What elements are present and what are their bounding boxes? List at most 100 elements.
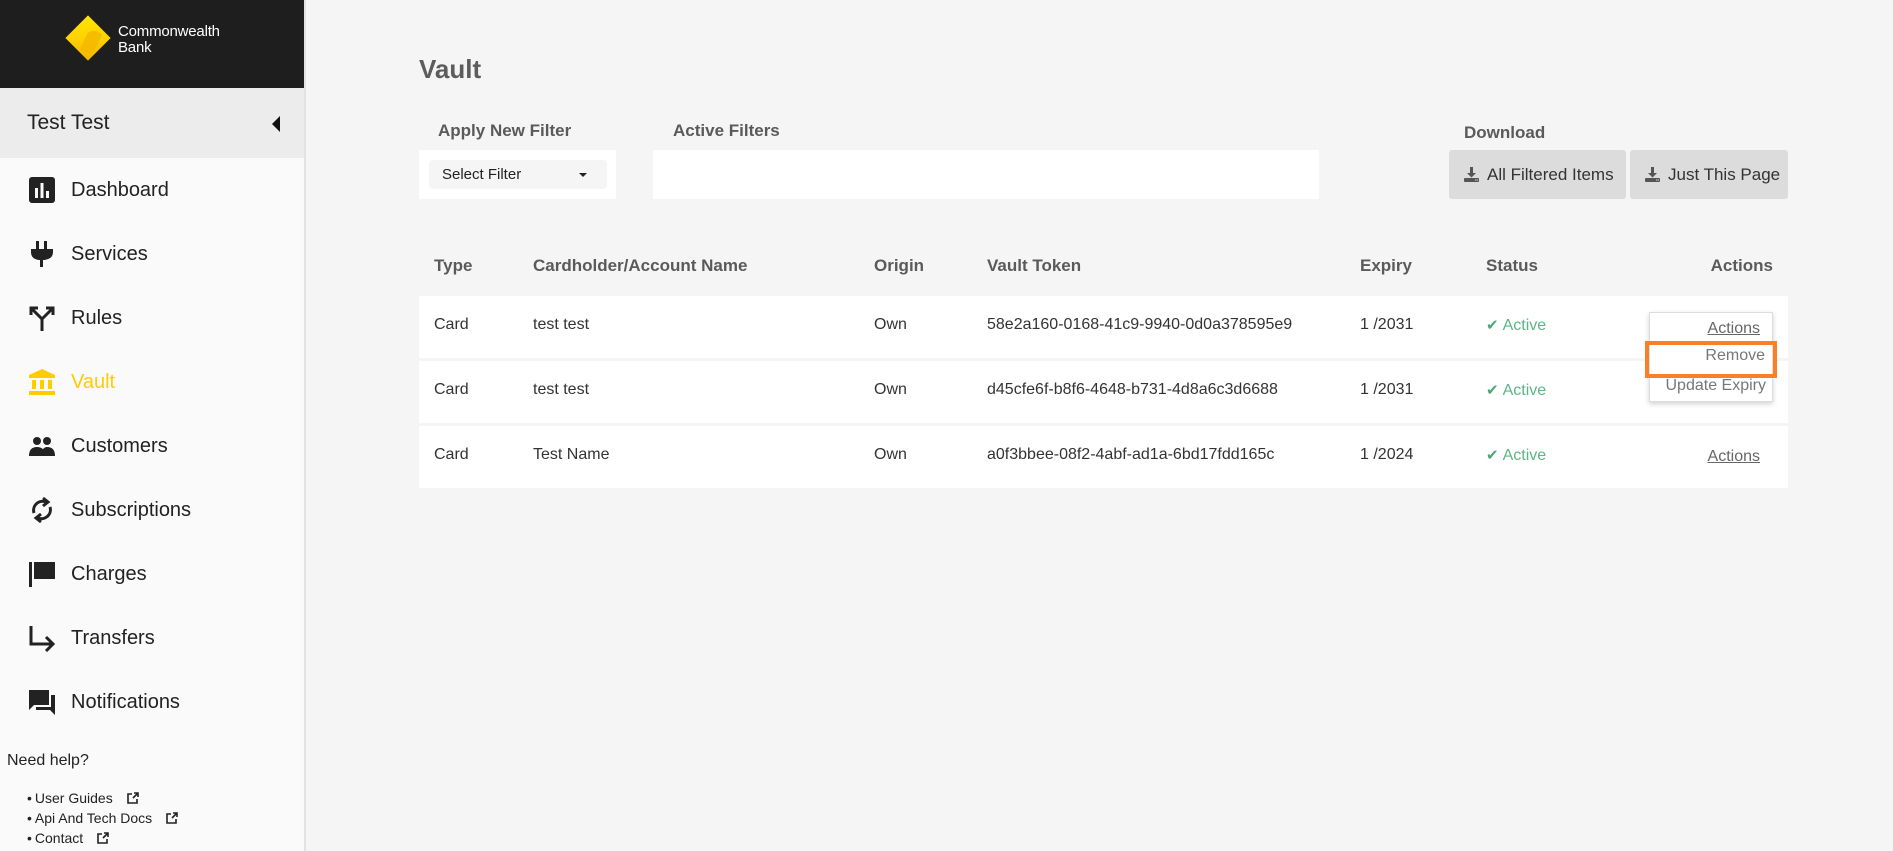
- page-title: Vault: [419, 54, 482, 84]
- sidebar-item-label: Subscriptions: [71, 498, 192, 521]
- column-header-status: Status: [1486, 256, 1538, 275]
- turn-right-arrow-icon: [27, 623, 57, 653]
- cell-origin: Own: [874, 381, 907, 398]
- check-icon: ✔: [1486, 447, 1499, 464]
- chat-icon: [27, 687, 57, 717]
- collapse-sidebar-icon[interactable]: [272, 116, 280, 132]
- user-row: Test Test: [0, 88, 304, 158]
- cell-expiry: 1 /2031: [1360, 316, 1414, 333]
- cell-token: 58e2a160-0168-41c9-9940-0d0a378595e9: [987, 316, 1293, 333]
- column-header-token: Vault Token: [987, 256, 1082, 275]
- download-this-page-button[interactable]: Just This Page: [1630, 150, 1788, 199]
- sidebar-item-notifications[interactable]: Notifications: [0, 670, 304, 734]
- row-actions-link[interactable]: Actions: [1708, 320, 1760, 338]
- column-header-type: Type: [434, 256, 473, 275]
- bullet: •: [27, 830, 32, 846]
- brand-header: Commonwealth Bank: [0, 0, 304, 88]
- download-icon: [1464, 167, 1479, 182]
- remove-menu-item[interactable]: Remove: [1705, 347, 1765, 365]
- status-badge: ✔ Active: [1486, 446, 1546, 465]
- status-text: Active: [1502, 382, 1547, 399]
- split-arrows-icon: [27, 303, 57, 333]
- sidebar: Commonwealth Bank Test Test Dashboard Se…: [0, 0, 306, 851]
- cell-name: test test: [533, 316, 590, 333]
- cell-type: Card: [434, 381, 469, 398]
- sidebar-item-label: Charges: [71, 562, 147, 585]
- table-row: Card test test Own d45cfe6f-b8f6-4648-b7…: [419, 361, 1788, 423]
- apply-filter-label: Apply New Filter: [438, 121, 572, 140]
- sidebar-item-subscriptions[interactable]: Subscriptions: [0, 478, 304, 542]
- help-links: • User Guides • Api And Tech Docs • Contact: [27, 788, 178, 848]
- sidebar-item-label: Dashboard: [71, 178, 169, 201]
- check-icon: ✔: [1486, 382, 1499, 399]
- download-page-label: Just This Page: [1668, 164, 1781, 184]
- vault-table: Type Cardholder/Account Name Origin Vaul…: [419, 240, 1788, 491]
- sidebar-item-charges[interactable]: Charges: [0, 542, 304, 606]
- sidebar-item-rules[interactable]: Rules: [0, 286, 304, 350]
- bullet: •: [27, 790, 32, 806]
- active-filters-box: [653, 150, 1319, 199]
- actions-dropdown-menu: Actions Remove Update Expiry: [1649, 312, 1773, 402]
- sidebar-item-transfers[interactable]: Transfers: [0, 606, 304, 670]
- cell-expiry: 1 /2031: [1360, 381, 1414, 398]
- column-header-expiry: Expiry: [1360, 256, 1412, 275]
- external-link-icon: [166, 812, 178, 824]
- cell-type: Card: [434, 446, 469, 463]
- sidebar-item-customers[interactable]: Customers: [0, 414, 304, 478]
- contact-link[interactable]: Contact: [35, 830, 83, 846]
- main-content: Vault Apply New Filter Select Filter Act…: [306, 0, 1893, 851]
- bank-icon: [27, 367, 57, 397]
- brand-line-2: Bank: [118, 39, 152, 56]
- sidebar-item-label: Rules: [71, 306, 123, 329]
- column-header-actions: Actions: [1710, 256, 1773, 275]
- api-docs-link[interactable]: Api And Tech Docs: [35, 810, 152, 826]
- external-link-icon: [126, 792, 139, 804]
- dashboard-icon: [27, 175, 57, 205]
- people-icon: [27, 431, 57, 461]
- status-text: Active: [1502, 317, 1547, 334]
- active-filters-label: Active Filters: [673, 121, 780, 140]
- sidebar-item-label: Notifications: [71, 690, 180, 713]
- column-header-name: Cardholder/Account Name: [533, 256, 748, 275]
- status-badge: ✔ Active: [1486, 381, 1546, 400]
- sidebar-item-vault[interactable]: Vault: [0, 350, 304, 414]
- download-all-filtered-button[interactable]: All Filtered Items: [1449, 150, 1626, 199]
- sidebar-item-dashboard[interactable]: Dashboard: [0, 158, 304, 222]
- cell-origin: Own: [874, 316, 907, 333]
- cell-origin: Own: [874, 446, 907, 463]
- user-guides-link[interactable]: User Guides: [35, 790, 113, 806]
- plug-icon: [27, 239, 57, 269]
- cell-expiry: 1 /2024: [1360, 446, 1414, 463]
- table-header: Type Cardholder/Account Name Origin Vaul…: [419, 240, 1788, 296]
- help-section: Need help? • User Guides • Api And Tech Do…: [7, 752, 178, 848]
- cell-type: Card: [434, 316, 469, 333]
- sidebar-item-label: Services: [71, 242, 148, 265]
- select-filter-value: Select Filter: [442, 166, 522, 183]
- select-filter-dropdown[interactable]: Select Filter: [429, 160, 607, 189]
- row-actions-link[interactable]: Actions: [1708, 448, 1760, 466]
- cell-name: test test: [533, 381, 590, 398]
- column-header-origin: Origin: [874, 256, 925, 275]
- help-link-item: • User Guides: [27, 788, 178, 808]
- download-all-label: All Filtered Items: [1487, 164, 1614, 184]
- table-row: Card Test Name Own a0f3bbee-08f2-4abf-ad…: [419, 426, 1788, 488]
- check-icon: ✔: [1486, 317, 1499, 334]
- help-link-item: • Api And Tech Docs: [27, 808, 178, 828]
- download-icon: [1645, 167, 1660, 182]
- bullet: •: [27, 810, 32, 826]
- download-label: Download: [1464, 123, 1546, 142]
- cell-name: Test Name: [533, 446, 610, 463]
- sidebar-item-label: Vault: [71, 370, 116, 393]
- filter-container: Select Filter: [419, 150, 616, 199]
- help-link-item: • Contact: [27, 828, 178, 848]
- sidebar-item-label: Customers: [71, 434, 168, 457]
- caret-down-icon: [579, 173, 587, 177]
- flag-icon: [27, 559, 57, 589]
- table-row: Card test test Own 58e2a160-0168-41c9-99…: [419, 296, 1788, 358]
- status-badge: ✔ Active: [1486, 316, 1546, 335]
- user-name: Test Test: [27, 111, 110, 134]
- sidebar-item-services[interactable]: Services: [0, 222, 304, 286]
- update-expiry-menu-item[interactable]: Update Expiry: [1666, 377, 1767, 395]
- sidebar-item-label: Transfers: [71, 626, 155, 649]
- help-title: Need help?: [7, 752, 89, 769]
